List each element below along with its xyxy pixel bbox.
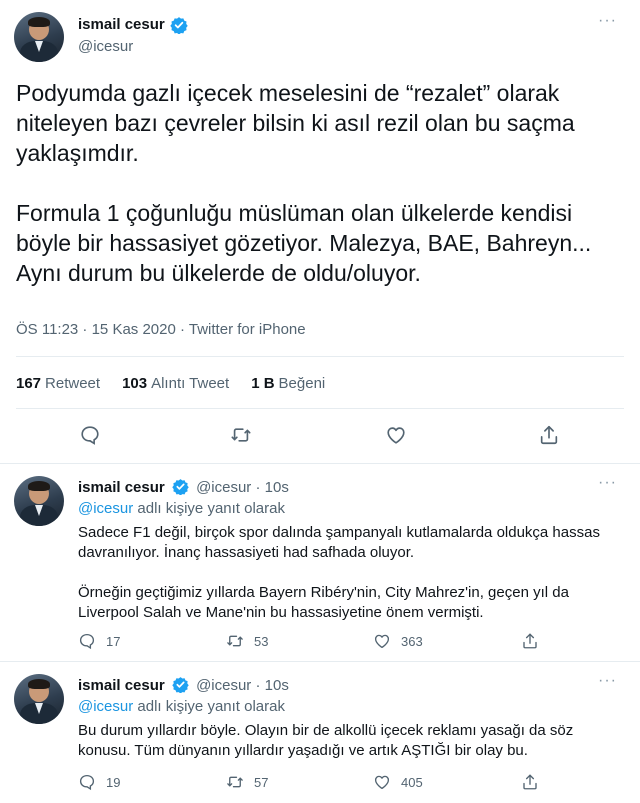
avatar[interactable] — [14, 12, 64, 62]
reply-actions: 17 53 363 — [78, 632, 538, 652]
avatar[interactable] — [14, 674, 64, 724]
author-name[interactable]: ismail cesur — [78, 16, 165, 33]
like-icon[interactable] — [385, 424, 407, 446]
reply-icon — [79, 633, 95, 650]
reply-paragraph: Örneğin geçtiğimiz yıllarda Bayern Ribér… — [78, 584, 569, 621]
share-icon — [523, 633, 537, 649]
share-button[interactable] — [521, 632, 549, 650]
reply-icon — [79, 774, 95, 791]
reply-button[interactable]: 17 — [78, 632, 120, 650]
tweet-paragraph: Formula 1 çoğunluğu müslüman olan ülkele… — [16, 200, 592, 286]
share-icon[interactable] — [538, 424, 560, 446]
verified-badge-icon — [170, 16, 188, 35]
reply-text: Bu durum yıllardır böyle. Olayın bir de … — [78, 721, 623, 761]
retweet-count: 57 — [254, 774, 269, 790]
tweet-text: Podyumda gazlı içecek meselesini de “rez… — [16, 78, 626, 288]
retweet-icon — [227, 635, 243, 647]
author-name[interactable]: ismail cesur — [78, 677, 165, 694]
like-button[interactable]: 363 — [373, 632, 423, 650]
tweet-actions — [0, 424, 640, 448]
reply-tweet[interactable]: ismail cesur @icesur · 10s ··· @icesur a… — [0, 662, 640, 803]
verified-badge-icon — [172, 478, 189, 496]
tweet-paragraph: Podyumda gazlı içecek meselesini de “rez… — [16, 80, 575, 166]
more-options-button[interactable]: ··· — [598, 474, 617, 492]
verified-badge-icon — [172, 676, 189, 694]
retweet-icon — [227, 776, 243, 788]
divider — [16, 356, 624, 357]
mention-link[interactable]: @icesur — [78, 500, 133, 517]
reply-count: 19 — [106, 774, 121, 790]
more-options-button[interactable]: ··· — [598, 12, 617, 30]
divider — [16, 408, 624, 409]
retweet-button[interactable]: 53 — [226, 632, 268, 650]
avatar[interactable] — [14, 476, 64, 526]
reply-header: ismail cesur @icesur · 10s — [78, 676, 289, 694]
retweet-count: 53 — [254, 633, 269, 649]
author-handle-time[interactable]: @icesur · 10s — [196, 479, 289, 496]
share-button[interactable] — [521, 773, 549, 791]
reply-context: @icesur adlı kişiye yanıt olarak — [78, 500, 285, 517]
like-count: 363 — [401, 633, 423, 649]
like-icon — [374, 775, 390, 790]
reply-tweet[interactable]: ismail cesur @icesur · 10s ··· @icesur a… — [0, 464, 640, 659]
tweet-timestamp[interactable]: ÖS 11:23 · 15 Kas 2020 · Twitter for iPh… — [16, 321, 306, 338]
reply-header: ismail cesur @icesur · 10s — [78, 478, 289, 496]
retweet-stat[interactable]: 167 Retweet — [16, 375, 100, 392]
reply-text: Sadece F1 değil, birçok spor dalında şam… — [78, 523, 623, 623]
reply-actions: 19 57 405 — [78, 773, 538, 793]
retweet-button[interactable]: 57 — [226, 773, 268, 791]
mention-link[interactable]: @icesur — [78, 698, 133, 715]
engagement-stats: 167 Retweet 103 Alıntı Tweet 1 B Beğeni — [16, 375, 325, 392]
quote-tweet-stat[interactable]: 103 Alıntı Tweet — [122, 375, 229, 392]
author-handle[interactable]: @icesur — [78, 38, 133, 55]
reply-button[interactable]: 19 — [78, 773, 120, 791]
like-icon — [374, 634, 390, 649]
retweet-icon[interactable] — [230, 424, 252, 446]
share-icon — [523, 774, 537, 790]
author-name[interactable]: ismail cesur — [78, 479, 165, 496]
like-stat[interactable]: 1 B Beğeni — [251, 375, 325, 392]
like-count: 405 — [401, 774, 423, 790]
more-options-button[interactable]: ··· — [598, 672, 617, 690]
reply-paragraph: Bu durum yıllardır böyle. Olayın bir de … — [78, 722, 574, 759]
reply-context: @icesur adlı kişiye yanıt olarak — [78, 698, 285, 715]
author-handle-time[interactable]: @icesur · 10s — [196, 677, 289, 694]
reply-icon[interactable] — [79, 424, 101, 446]
like-button[interactable]: 405 — [373, 773, 423, 791]
reply-paragraph: Sadece F1 değil, birçok spor dalında şam… — [78, 524, 600, 561]
reply-count: 17 — [106, 633, 121, 649]
